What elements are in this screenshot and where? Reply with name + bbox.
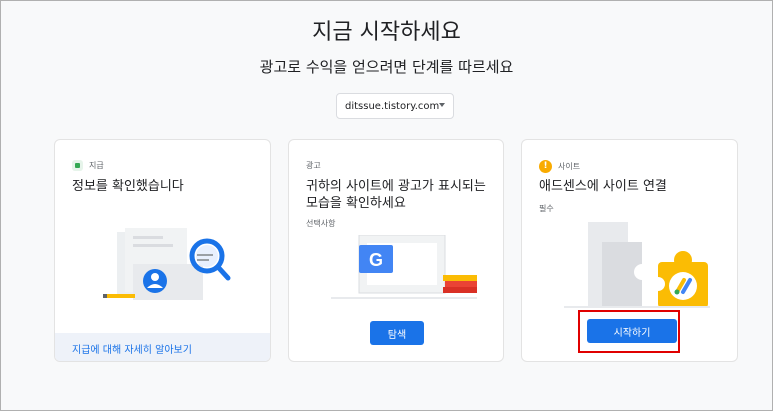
red-highlight-box [578,310,680,353]
card-tag-label: 사이트 [558,162,581,171]
card-tag-label: 광고 [306,161,321,170]
card-title: 귀하의 사이트에 광고가 표시되는 모습을 확인하세요 [306,179,486,211]
green-square-icon [72,160,83,171]
site-ad-illustration: G [331,235,477,299]
puzzle-illustration [564,222,710,308]
page-subtitle: 광고로 수익을 얻으려면 단계를 따르세요 [259,58,514,76]
card-tag: ! 사이트 [539,160,580,173]
card-title: 정보를 확인했습니다 [72,179,184,194]
card-title: 애드센스에 사이트 연결 [539,179,667,194]
learn-more-bar: 지급에 대해 자세히 알아보기 [55,333,270,361]
required-label: 필수 [539,204,554,213]
optional-label: 선택사항 [306,219,336,228]
card-tag: 지급 [72,160,104,171]
learn-more-link[interactable]: 지급에 대해 자세히 알아보기 [72,341,192,356]
card-tag: 광고 [306,160,321,171]
warning-icon: ! [539,160,552,173]
payment-card: 지급 정보를 확인했습니다 지급에 대해 자세히 알아보기 [54,139,271,362]
ads-preview-card: 광고 귀하의 사이트에 광고가 표시되는 모습을 확인하세요 선택사항 G 탐색 [288,139,504,362]
document-magnifier-illustration [103,228,231,300]
chevron-down-icon [439,103,445,107]
site-selector-value: ditssue.tistory.com [345,100,440,112]
site-selector-dropdown[interactable]: ditssue.tistory.com [336,93,454,119]
explore-button[interactable]: 탐색 [370,321,424,345]
page-title: 지금 시작하세요 [312,20,461,45]
svg-text:G: G [369,250,383,270]
card-tag-label: 지급 [89,161,104,170]
